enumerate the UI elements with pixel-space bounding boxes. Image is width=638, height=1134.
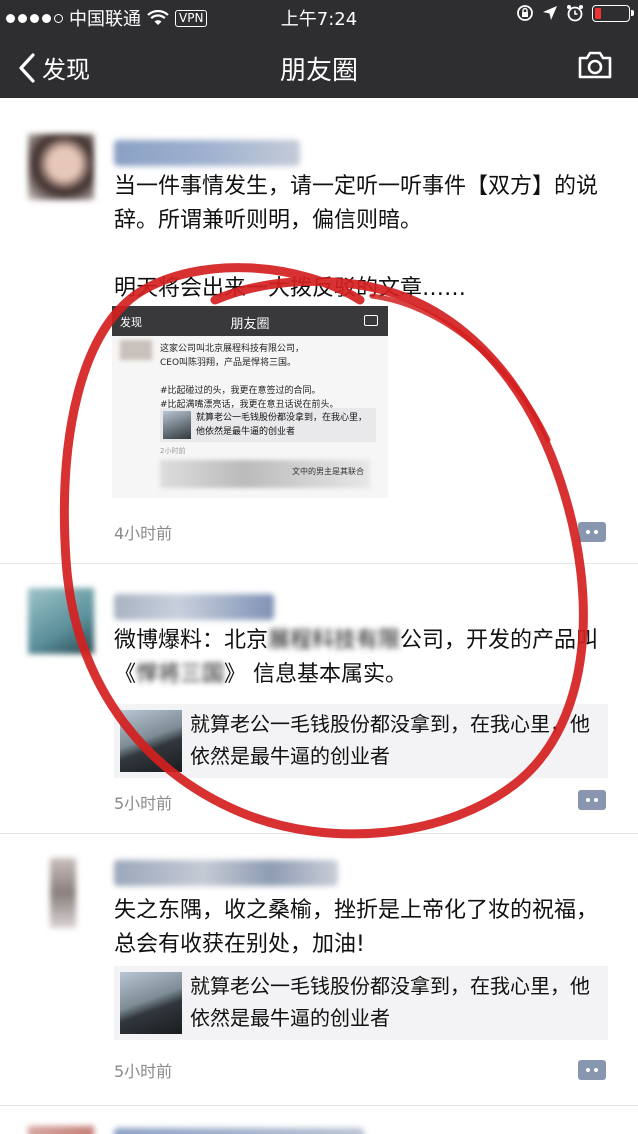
embed-link-title: 就算老公一毛钱股份都没拿到，在我心里，他依然是最牛逼的创业者	[196, 413, 368, 437]
post-text-start: 微博爆料：北京	[114, 628, 269, 653]
moments-feed: 当一件事情发生，请一定听一听事件【双方】的说辞。所谓兼听则明，偏信则暗。 明天将…	[0, 98, 638, 1134]
embedded-screenshot[interactable]: 发现 朋友圈 这家公司叫北京展程科技有限公司， CEO叫陈羽翔，产品是悍将三国。…	[112, 306, 388, 498]
link-thumbnail	[120, 972, 182, 1034]
embed-footer-text: 文中的男主是其联合	[292, 467, 364, 476]
location-icon	[543, 6, 557, 20]
embed-link-card: 就算老公一毛钱股份都没拿到，在我心里，他依然是最牛逼的创业者	[160, 408, 376, 442]
shared-link-card[interactable]: 就算老公一毛钱股份都没拿到，在我心里，他依然是最牛逼的创业者	[114, 704, 608, 778]
post-time: 5小时前	[114, 794, 173, 813]
moment-post: 微博爆料：北京展程科技有限公司，开发的产品叫《悍将三国》 信息基本属实。 就算老…	[0, 564, 638, 834]
post-text-blurred: 展程科技有限	[268, 628, 401, 653]
user-nickname[interactable]	[114, 860, 338, 886]
battery-icon	[592, 4, 634, 22]
nav-bar: 发现 朋友圈	[0, 34, 638, 98]
embed-link-thumbnail	[163, 411, 191, 439]
embed-nav-bar: 发现 朋友圈	[112, 306, 388, 336]
camera-icon[interactable]	[578, 51, 612, 79]
user-nickname[interactable]	[114, 594, 274, 620]
embed-title: 朋友圈	[230, 317, 270, 332]
moment-post: 失之东隅，收之桑榆，挫折是上帝化了妆的祝福，总会有收获在别处，加油! 就算老公一…	[0, 834, 638, 1106]
embed-body-text: 这家公司叫北京展程科技有限公司， CEO叫陈羽翔，产品是悍将三国。 #比起碰过的…	[160, 344, 339, 410]
link-title: 就算老公一毛钱股份都没拿到，在我心里，他依然是最牛逼的创业者	[190, 712, 590, 768]
post-time: 5小时前	[114, 1062, 173, 1081]
embed-avatar	[120, 340, 152, 360]
shared-link-card[interactable]: 就算老公一毛钱股份都没拿到，在我心里，他依然是最牛逼的创业者	[114, 966, 608, 1040]
status-bar: 中国联通 VPN 上午7:24	[0, 0, 638, 34]
user-nickname[interactable]	[114, 140, 300, 166]
post-text: 当一件事情发生，请一定听一听事件【双方】的说辞。所谓兼听则明，偏信则暗。 明天将…	[114, 174, 599, 301]
status-right	[516, 4, 634, 22]
comment-icon[interactable]	[578, 1060, 606, 1080]
avatar[interactable]	[28, 1126, 94, 1134]
post-text: 失之东隅，收之桑榆，挫折是上帝化了妆的祝福，总会有收获在别处，加油!	[114, 898, 599, 957]
post-text: 微博爆料：北京展程科技有限公司，开发的产品叫《悍将三国》 信息基本属实。	[114, 624, 614, 692]
page-title: 朋友圈	[279, 56, 358, 86]
alarm-icon	[567, 5, 583, 22]
post-text-end: 》 信息基本属实。	[224, 662, 408, 687]
avatar[interactable]	[28, 134, 94, 200]
embed-camera-icon	[364, 315, 378, 326]
avatar[interactable]	[50, 858, 76, 928]
moment-post: 当一件事情发生，请一定听一听事件【双方】的说辞。所谓兼听则明，偏信则暗。 明天将…	[0, 98, 638, 564]
comment-icon[interactable]	[578, 522, 606, 542]
user-nickname[interactable]	[114, 1128, 364, 1134]
avatar[interactable]	[28, 588, 94, 654]
post-time: 4小时前	[114, 524, 173, 543]
rotation-lock-icon	[517, 5, 533, 21]
link-title: 就算老公一毛钱股份都没拿到，在我心里，他依然是最牛逼的创业者	[190, 974, 590, 1030]
post-text-blurred-2: 悍将三国	[136, 662, 225, 687]
comment-icon[interactable]	[578, 790, 606, 810]
moment-post	[0, 1106, 638, 1134]
embed-time: 2小时前	[160, 447, 186, 455]
link-thumbnail	[120, 710, 182, 772]
